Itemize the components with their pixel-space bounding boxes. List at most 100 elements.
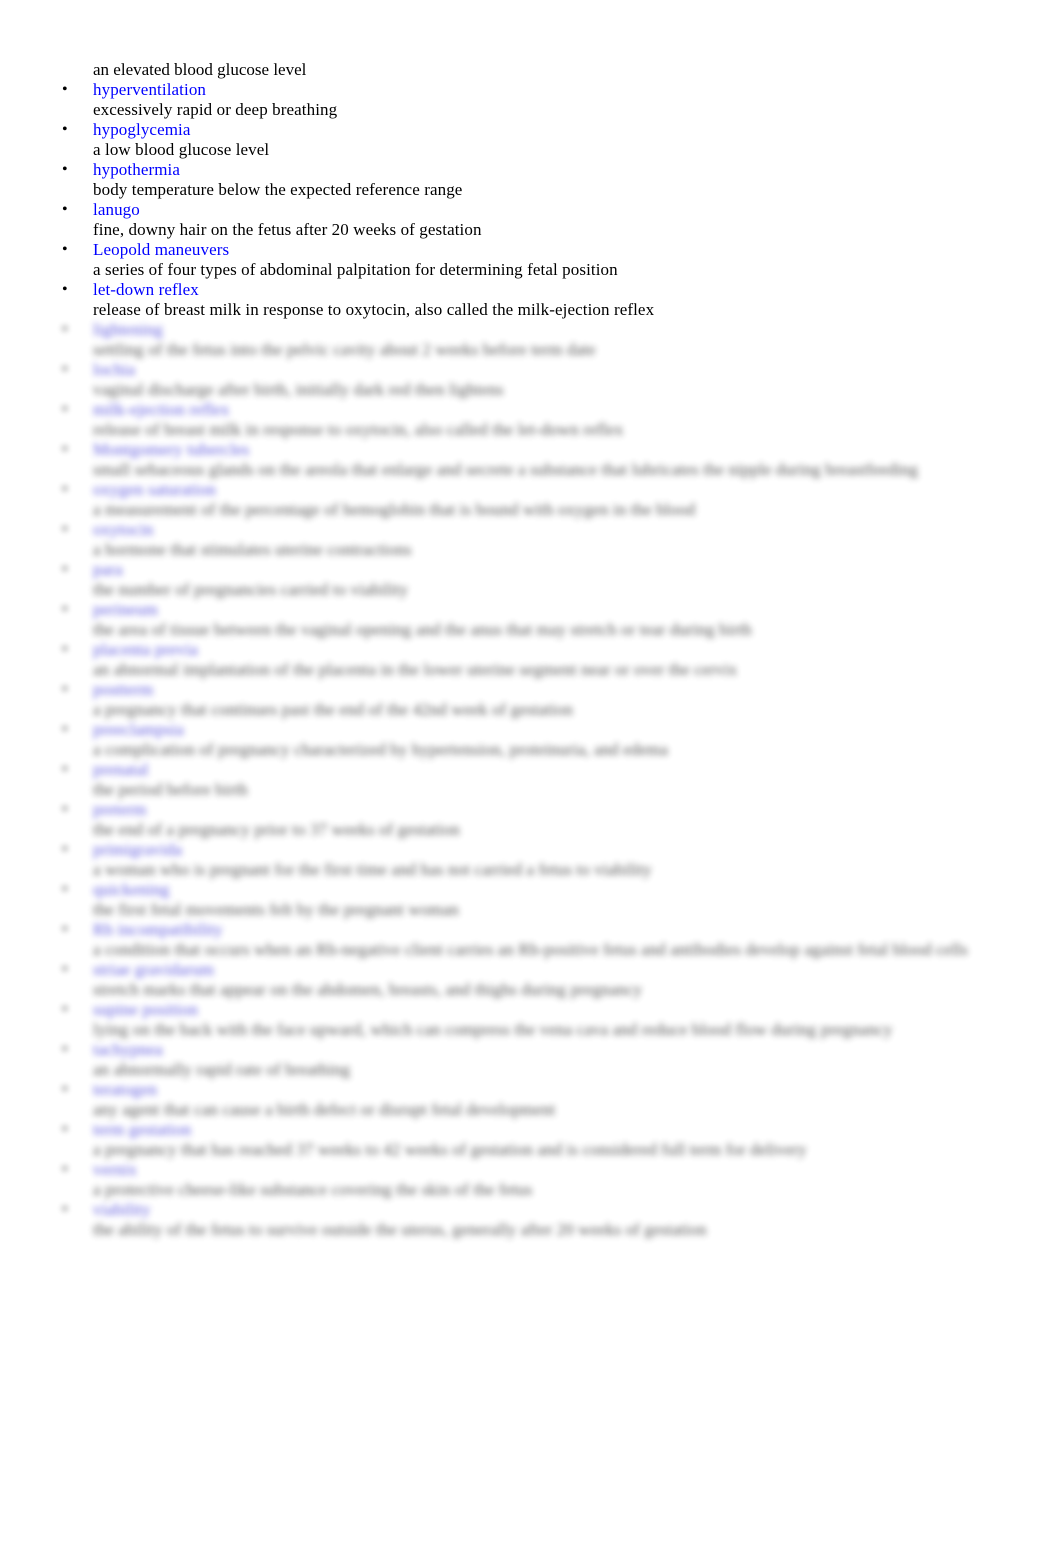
glossary-term-link[interactable]: supine position	[93, 1000, 1062, 1020]
bullet-icon: •	[62, 481, 68, 498]
bullet-icon: •	[62, 1161, 68, 1178]
bullet-icon: •	[62, 961, 68, 978]
glossary-term-link[interactable]: prenatal	[93, 760, 1062, 780]
glossary-entry: • Leopold maneuvers a series of four types…	[0, 240, 1062, 280]
glossary-term-link[interactable]: oxytocin	[93, 520, 1062, 540]
glossary-definition: the end of a pregnancy prior to 37 weeks…	[93, 820, 460, 839]
glossary-entries: • hyperventilation excessively rapid or de…	[0, 80, 1062, 1240]
glossary-term-link[interactable]: tachypnea	[93, 1040, 1062, 1060]
glossary-entry: • oxygen saturation a measurement of the p…	[0, 480, 1062, 520]
glossary-definition: a low blood glucose level	[93, 140, 270, 159]
glossary-term-link[interactable]: hyperventilation	[93, 80, 1062, 100]
glossary-definition: any agent that can cause a birth defect …	[93, 1100, 556, 1119]
bullet-icon: •	[62, 561, 68, 578]
glossary-entry: • hyperventilation excessively rapid or de…	[0, 80, 1062, 120]
glossary-definition: an abnormal implantation of the placenta…	[93, 660, 738, 679]
bullet-icon: •	[62, 681, 68, 698]
bullet-icon: •	[62, 121, 68, 138]
glossary-list: an elevated blood glucose level • hyperve…	[0, 60, 1062, 1240]
bullet-icon: •	[62, 881, 68, 898]
glossary-entry: • postterm a pregnancy that continues past…	[0, 680, 1062, 720]
glossary-entry: • viability the ability of the fetus to su…	[0, 1200, 1062, 1240]
glossary-entry: • supine position lying on the back with t…	[0, 1000, 1062, 1040]
glossary-entry: • Montgomery tubercles small sebaceous gla…	[0, 440, 1062, 480]
glossary-term-link[interactable]: hypoglycemia	[93, 120, 1062, 140]
glossary-term-link[interactable]: quickening	[93, 880, 1062, 900]
glossary-definition: the area of tissue between the vaginal o…	[93, 620, 752, 639]
glossary-entry: • perineum the area of tissue between the …	[0, 600, 1062, 640]
glossary-term-link[interactable]: teratogen	[93, 1080, 1062, 1100]
glossary-definition: small sebaceous glands on the areola tha…	[93, 460, 919, 479]
glossary-entry: • striae gravidarum stretch marks that app…	[0, 960, 1062, 1000]
glossary-term-link[interactable]: viability	[93, 1200, 1062, 1220]
glossary-term-link[interactable]: postterm	[93, 680, 1062, 700]
glossary-entry: • hypothermia body temperature below the e…	[0, 160, 1062, 200]
glossary-definition: stretch marks that appear on the abdomen…	[93, 980, 643, 999]
glossary-term-link[interactable]: lightening	[93, 320, 1062, 340]
glossary-definition: a measurement of the percentage of hemog…	[93, 500, 696, 519]
glossary-entry: • lightening settling of the fetus into th…	[0, 320, 1062, 360]
glossary-entry: • lochia vaginal discharge after birth, in…	[0, 360, 1062, 400]
glossary-term-link[interactable]: preeclampsia	[93, 720, 1062, 740]
glossary-definition: vaginal discharge after birth, initially…	[93, 380, 504, 399]
glossary-definition: release of breast milk in response to ox…	[93, 420, 624, 439]
bullet-icon: •	[62, 641, 68, 658]
glossary-entry: • preeclampsia a complication of pregnancy…	[0, 720, 1062, 760]
bullet-icon: •	[62, 1121, 68, 1138]
bullet-icon: •	[62, 601, 68, 618]
bullet-icon: •	[62, 401, 68, 418]
glossary-definition: a protective cheese-like substance cover…	[93, 1180, 533, 1199]
glossary-definition: excessively rapid or deep breathing	[93, 100, 338, 119]
glossary-definition: a woman who is pregnant for the first ti…	[93, 860, 652, 879]
glossary-definition: an abnormally rapid rate of breathing	[93, 1060, 351, 1079]
document-page: an elevated blood glucose level • hyperve…	[0, 0, 1062, 1556]
glossary-entry: • tachypnea an abnormally rapid rate of br…	[0, 1040, 1062, 1080]
glossary-term-link[interactable]: vernix	[93, 1160, 1062, 1180]
glossary-definition: the ability of the fetus to survive outs…	[93, 1220, 707, 1239]
glossary-entry: • let-down reflex release of breast milk i…	[0, 280, 1062, 320]
glossary-term-link[interactable]: Rh incompatibility	[93, 920, 1062, 940]
bullet-icon: •	[62, 241, 68, 258]
glossary-term-link[interactable]: placenta previa	[93, 640, 1062, 660]
glossary-term-link[interactable]: term gestation	[93, 1120, 1062, 1140]
glossary-entry: • vernix a protective cheese-like substanc…	[0, 1160, 1062, 1200]
glossary-term-link[interactable]: primigravida	[93, 840, 1062, 860]
glossary-term-link[interactable]: perineum	[93, 600, 1062, 620]
glossary-definition: settling of the fetus into the pelvic ca…	[93, 340, 596, 359]
glossary-term-link[interactable]: Montgomery tubercles	[93, 440, 1062, 460]
glossary-entry: • primigravida a woman who is pregnant for…	[0, 840, 1062, 880]
glossary-term-link[interactable]: milk-ejection reflex	[93, 400, 1062, 420]
glossary-entry: • preterm the end of a pregnancy prior to …	[0, 800, 1062, 840]
glossary-definition: a condition that occurs when an Rh-negat…	[93, 940, 968, 959]
glossary-entry: • oxytocin a hormone that stimulates uteri…	[0, 520, 1062, 560]
glossary-term-link[interactable]: striae gravidarum	[93, 960, 1062, 980]
glossary-entry: • Rh incompatibility a condition that occu…	[0, 920, 1062, 960]
glossary-definition: a hormone that stimulates uterine contra…	[93, 540, 412, 559]
glossary-term-link[interactable]: let-down reflex	[93, 280, 1062, 300]
bullet-icon: •	[62, 1041, 68, 1058]
glossary-entry: • para the number of pregnancies carried t…	[0, 560, 1062, 600]
glossary-entry: • lanugo fine, downy hair on the fetus aft…	[0, 200, 1062, 240]
glossary-definition: a pregnancy that continues past the end …	[93, 700, 573, 719]
glossary-entry: • quickening the first fetal movements fel…	[0, 880, 1062, 920]
bullet-icon: •	[62, 161, 68, 178]
bullet-icon: •	[62, 81, 68, 98]
bullet-icon: •	[62, 521, 68, 538]
bullet-icon: •	[62, 801, 68, 818]
glossary-definition: a complication of pregnancy characterize…	[93, 740, 668, 759]
bullet-icon: •	[62, 1201, 68, 1218]
orphan-definition-line: an elevated blood glucose level	[93, 60, 307, 79]
bullet-icon: •	[62, 841, 68, 858]
glossary-term-link[interactable]: hypothermia	[93, 160, 1062, 180]
glossary-term-link[interactable]: Leopold maneuvers	[93, 240, 1062, 260]
glossary-definition: body temperature below the expected refe…	[93, 180, 463, 199]
glossary-definition: release of breast milk in response to ox…	[93, 300, 655, 319]
glossary-term-link[interactable]: preterm	[93, 800, 1062, 820]
glossary-term-link[interactable]: lanugo	[93, 200, 1062, 220]
bullet-icon: •	[62, 721, 68, 738]
glossary-term-link[interactable]: lochia	[93, 360, 1062, 380]
glossary-term-link[interactable]: oxygen saturation	[93, 480, 1062, 500]
glossary-term-link[interactable]: para	[93, 560, 1062, 580]
glossary-entry: • hypoglycemia a low blood glucose level	[0, 120, 1062, 160]
glossary-entry: • milk-ejection reflex release of breast m…	[0, 400, 1062, 440]
